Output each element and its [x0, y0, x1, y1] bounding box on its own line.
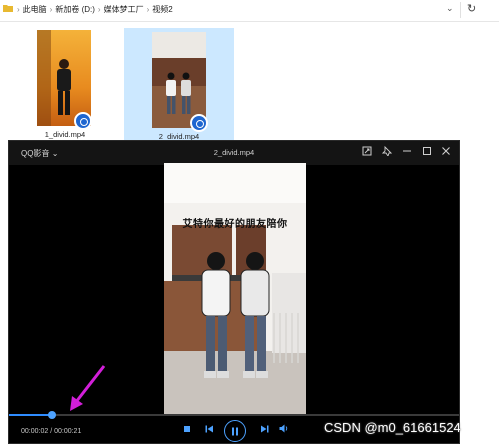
screenshot-icon[interactable]: [360, 146, 374, 160]
breadcrumb-item[interactable]: 视频2: [152, 5, 172, 14]
breadcrumb: › 此电脑 › 新加卷 (D:) › 媒体梦工厂 › 视频2: [14, 4, 173, 15]
breadcrumb-item[interactable]: 媒体梦工厂: [104, 5, 144, 14]
play-pause-icon[interactable]: [224, 420, 246, 442]
csdn-watermark: CSDN @m0_61661524: [324, 420, 461, 435]
file-name: 1_divid.mp4: [44, 130, 86, 139]
seek-bar-fill: [9, 414, 52, 416]
breadcrumb-separator: ›: [49, 5, 53, 14]
seek-handle[interactable]: [47, 411, 56, 419]
breadcrumb-separator: ›: [17, 5, 20, 14]
previous-icon[interactable]: [202, 424, 216, 438]
breadcrumb-item[interactable]: 新加卷 (D:): [55, 5, 95, 14]
breadcrumb-separator: ›: [97, 5, 101, 14]
maximize-icon[interactable]: [420, 146, 434, 160]
next-icon[interactable]: [257, 424, 271, 438]
stop-icon[interactable]: [180, 424, 194, 438]
file-item[interactable]: 1_divid.mp4: [34, 28, 96, 140]
close-icon[interactable]: [439, 146, 453, 160]
file-item[interactable]: 2_divid.mp4: [124, 28, 234, 142]
player-titlebar[interactable]: QQ影音 ⌄ 2_divid.mp4: [9, 141, 459, 165]
minimize-icon[interactable]: [400, 146, 414, 160]
qq-player-icon: [74, 112, 92, 130]
video-caption: 艾特你最好的朋友陪你: [182, 219, 288, 230]
address-bar[interactable]: › 此电脑 › 新加卷 (D:) › 媒体梦工厂 › 视频2 ⌄ ↻: [0, 0, 499, 22]
chevron-down-icon[interactable]: ⌄: [446, 3, 454, 14]
pin-icon[interactable]: [380, 145, 394, 160]
breadcrumb-item[interactable]: 此电脑: [23, 5, 47, 14]
qq-player-icon: [190, 114, 208, 132]
qq-player-window[interactable]: QQ影音 ⌄ 2_divid.mp4 艾特你最好的朋友陪你 00:00:02 /…: [8, 140, 460, 444]
volume-icon[interactable]: [277, 424, 291, 438]
seek-bar[interactable]: [9, 411, 459, 419]
refresh-icon[interactable]: ↻: [460, 2, 496, 18]
folder-icon: [3, 3, 13, 16]
video-frame[interactable]: 艾特你最好的朋友陪你: [164, 163, 306, 415]
time-display: 00:00:02 / 00:00:21: [21, 428, 82, 435]
breadcrumb-separator: ›: [146, 5, 150, 14]
